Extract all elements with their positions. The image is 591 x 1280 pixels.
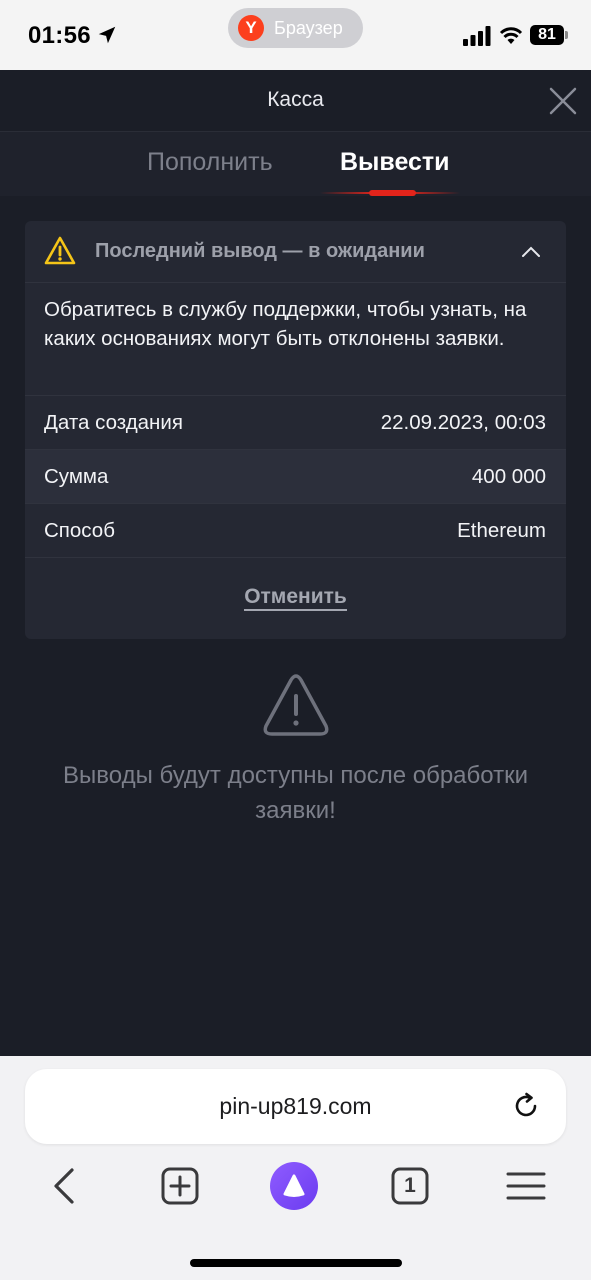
battery-indicator: 81 <box>530 25 564 45</box>
detail-row-created: Дата создания 22.09.2023, 00:03 <box>25 395 566 449</box>
tabs-counter-button[interactable]: 1 <box>388 1164 432 1208</box>
card-header[interactable]: Последний вывод — в ожидании <box>25 221 566 283</box>
row-value: 400 000 <box>471 465 546 488</box>
tab-deposit[interactable]: Пополнить <box>147 148 273 177</box>
status-bar: 01:56 Y Браузер 81 <box>0 0 591 70</box>
row-label: Дата создания <box>44 411 183 434</box>
pending-withdrawal-card: Последний вывод — в ожидании Обратитесь … <box>25 221 566 639</box>
url-text[interactable]: pin-up819.com <box>25 1093 566 1120</box>
withdrawal-status-title: Последний вывод — в ожидании <box>95 240 425 262</box>
tab-count: 1 <box>404 1174 416 1197</box>
address-bar[interactable]: pin-up819.com <box>25 1069 566 1144</box>
cashier-header: Касса <box>0 70 591 132</box>
status-time: 01:56 <box>28 22 91 49</box>
cancel-withdrawal-button[interactable]: Отменить <box>25 585 566 611</box>
back-arrow-icon[interactable] <box>42 1164 86 1208</box>
empty-state-warning-icon <box>263 674 329 736</box>
wifi-icon <box>499 27 523 44</box>
browser-pill[interactable]: Y Браузер <box>228 8 363 48</box>
support-notice: Обратитесь в службу поддержки, чтобы узн… <box>44 298 527 350</box>
new-tab-icon[interactable] <box>158 1164 202 1208</box>
row-value: Ethereum <box>457 519 546 542</box>
home-indicator[interactable] <box>190 1259 402 1267</box>
close-icon[interactable] <box>546 84 580 118</box>
cellular-signal-icon <box>463 26 491 46</box>
cashier-tabs: Пополнить Вывести <box>0 132 591 196</box>
alice-assistant-button[interactable] <box>270 1162 318 1210</box>
page-title: Касса <box>267 88 324 111</box>
row-label: Способ <box>44 519 115 542</box>
withdraw-content: Последний вывод — в ожидании Обратитесь … <box>0 196 591 1056</box>
warning-icon <box>44 236 76 265</box>
detail-row-amount: Сумма 400 000 <box>25 449 566 503</box>
row-label: Сумма <box>44 465 109 488</box>
location-arrow-icon <box>98 26 116 44</box>
menu-icon[interactable] <box>504 1164 548 1208</box>
empty-state-message: Выводы будут доступны после обработки за… <box>63 762 528 824</box>
yandex-logo-icon: Y <box>238 15 264 41</box>
row-value: 22.09.2023, 00:03 <box>380 411 546 434</box>
browser-pill-label: Браузер <box>274 18 343 38</box>
tab-withdraw[interactable]: Вывести <box>340 148 450 177</box>
battery-tip <box>565 31 568 39</box>
alice-icon <box>283 1174 305 1197</box>
chevron-up-icon[interactable] <box>520 241 542 263</box>
reload-icon[interactable] <box>511 1091 541 1121</box>
cancel-section: Отменить <box>25 557 566 639</box>
detail-row-method: Способ Ethereum <box>25 503 566 557</box>
cancel-label[interactable]: Отменить <box>244 585 347 611</box>
browser-toolbar: pin-up819.com 1 <box>0 1056 591 1280</box>
